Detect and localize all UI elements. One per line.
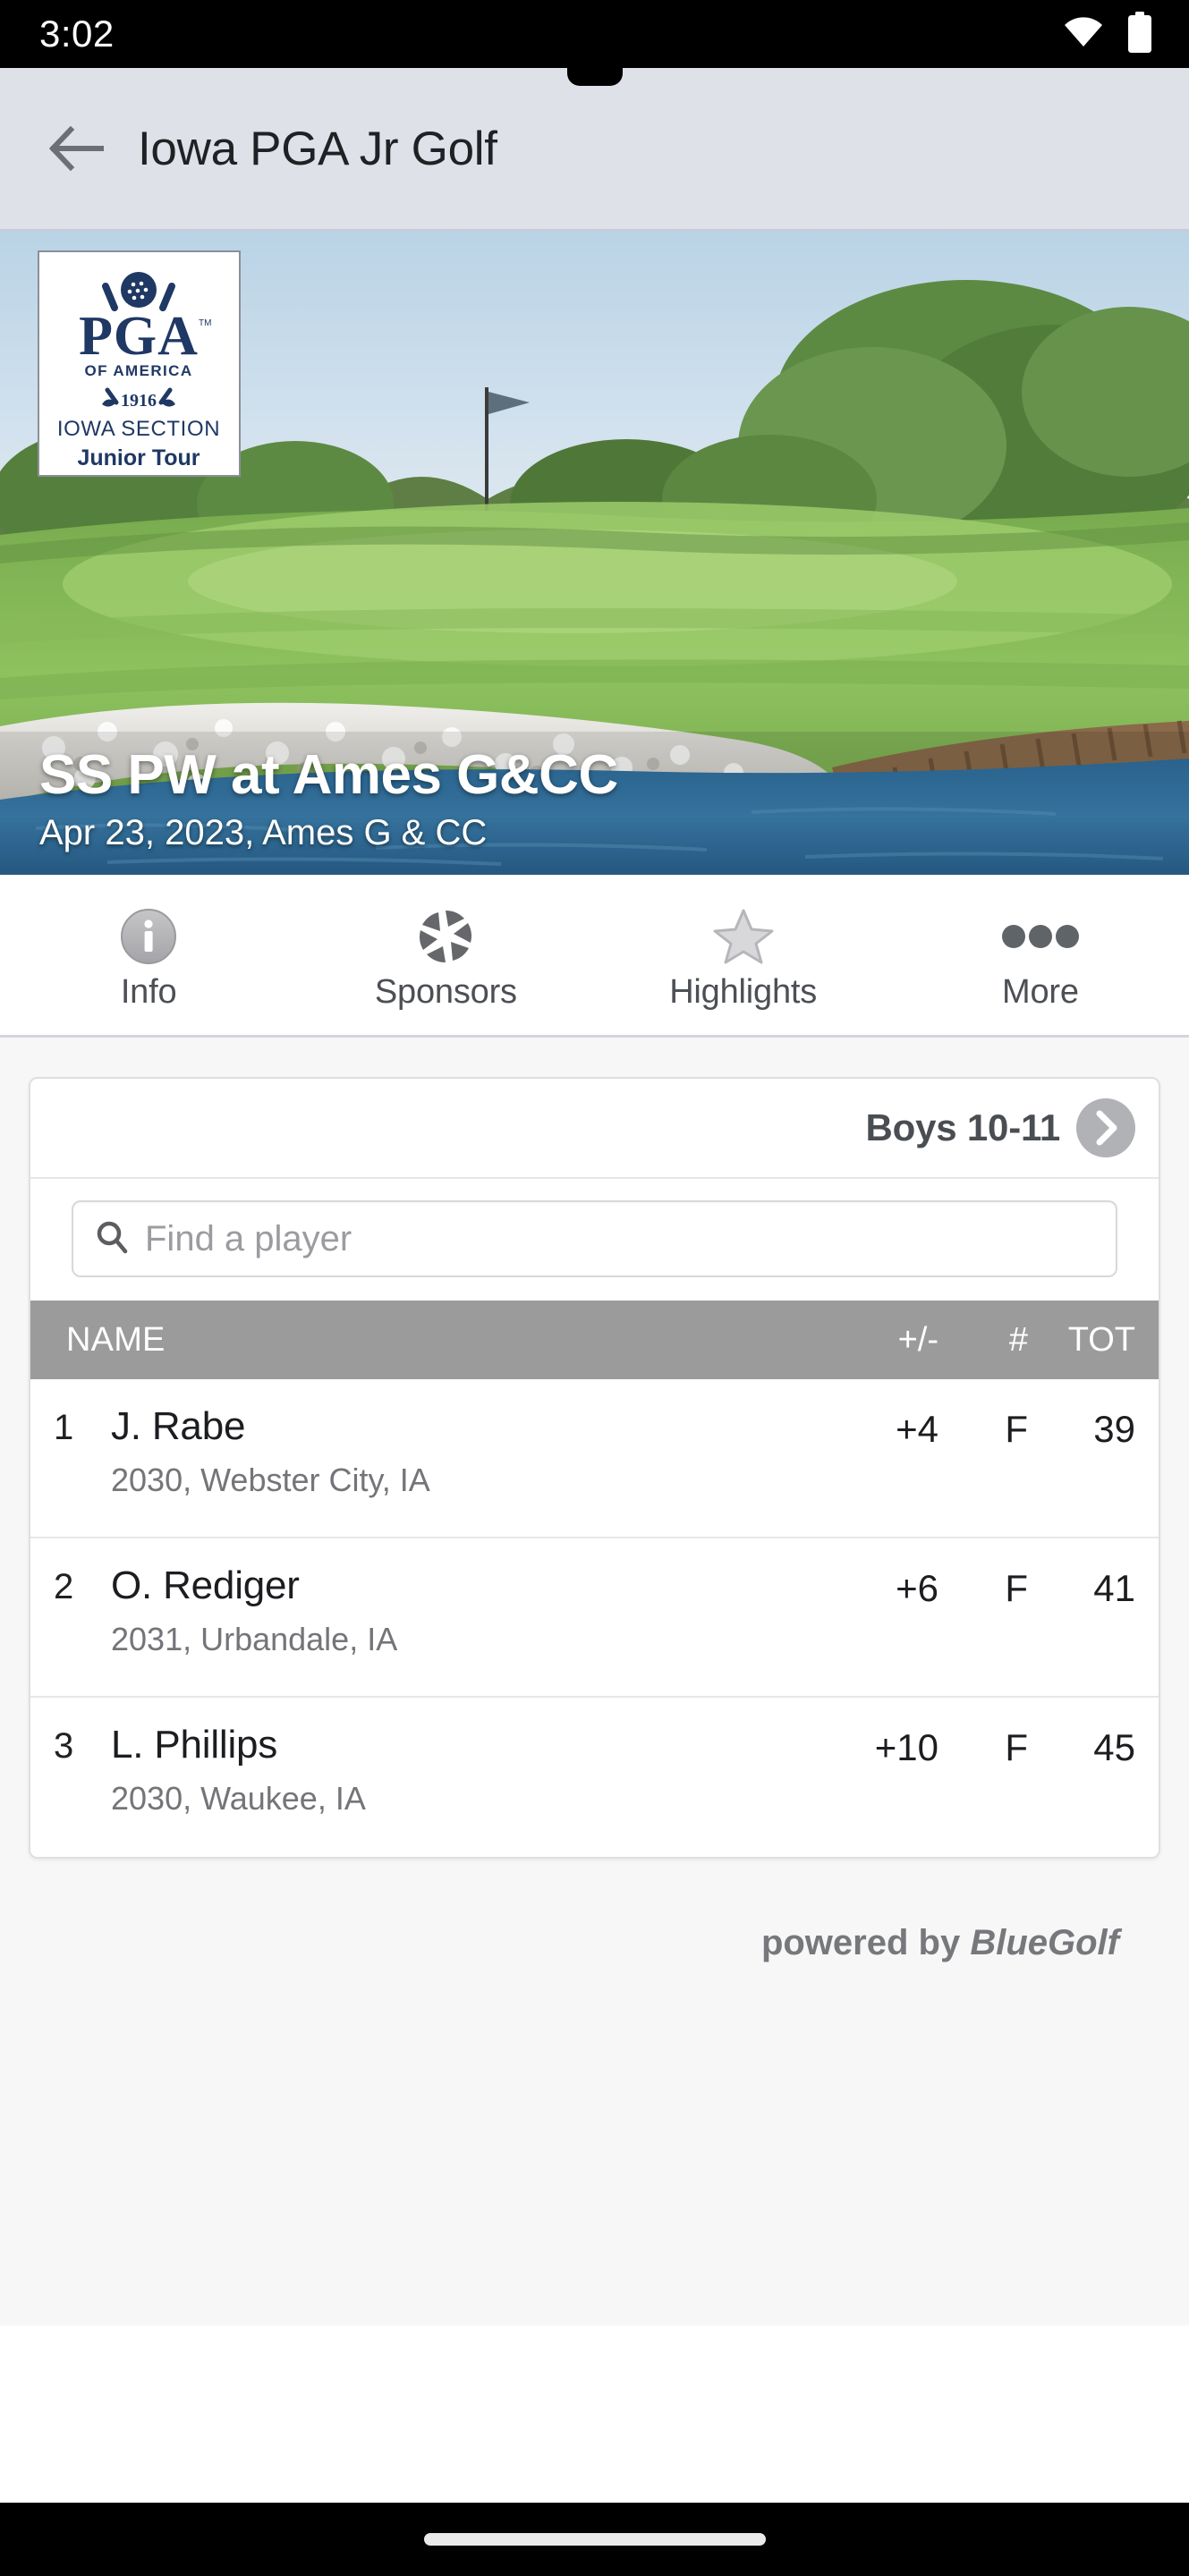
event-title: SS PW at Ames G&CC [39, 743, 618, 806]
next-division-button[interactable] [1076, 1098, 1135, 1157]
search-box[interactable] [72, 1200, 1117, 1277]
player-name: O. Rediger [111, 1563, 300, 1607]
ellipsis-icon [1001, 907, 1080, 966]
back-arrow-icon [49, 126, 104, 171]
player-total: 41 [1093, 1567, 1135, 1609]
player-plus-minus: +4 [896, 1408, 938, 1450]
event-date-location: Apr 23, 2023, Ames G & CC [39, 813, 488, 852]
aperture-icon [416, 907, 475, 966]
player-meta: 2030, Waukee, IA [111, 1780, 366, 1818]
phone-screen: 3:02 Iowa PGA Jr Golf PGA TM OF AMERICA … [0, 0, 1189, 2576]
status-clock: 3:02 [39, 13, 115, 55]
column-header-hole: # [1008, 1320, 1028, 1359]
section-tab-bar: Info Sponsors Highlights More [0, 875, 1189, 1038]
division-header[interactable]: Boys 10-11 [30, 1079, 1159, 1179]
player-name: L. Phillips [111, 1723, 278, 1767]
leaderboard-page: Boys 10-11 Find a player NAME +/- # TOT … [0, 1038, 1189, 2326]
wifi-icon [1064, 16, 1103, 52]
player-cell: L. Phillips 2030, Waukee, IA [106, 1724, 820, 1816]
player-hole: F [1005, 1567, 1028, 1609]
player-rank: 3 [54, 1726, 74, 1766]
player-plus-minus: +10 [874, 1726, 938, 1768]
tab-highlights[interactable]: Highlights [595, 875, 892, 1035]
player-total: 39 [1093, 1408, 1135, 1450]
tab-sponsors[interactable]: Sponsors [297, 875, 594, 1035]
svg-text:1916: 1916 [121, 391, 157, 411]
tab-more-label: More [1001, 972, 1079, 1011]
bluegolf-brand: BlueGolf [970, 1923, 1119, 1962]
powered-by-credit: powered by BlueGolf [29, 1859, 1160, 1963]
player-hole: F [1005, 1408, 1028, 1450]
chevron-right-icon [1096, 1110, 1117, 1146]
event-caption: SS PW at Ames G&CC Apr 23, 2023, Ames G … [39, 746, 618, 853]
table-row[interactable]: 2 O. Rediger 2031, Urbandale, IA +6 F 41 [30, 1538, 1159, 1698]
back-button[interactable] [36, 107, 118, 190]
svg-text:IOWA SECTION: IOWA SECTION [57, 417, 220, 441]
column-header-total: TOT [1067, 1320, 1135, 1359]
division-name: Boys 10-11 [865, 1106, 1061, 1148]
player-meta: 2030, Webster City, IA [111, 1462, 430, 1499]
player-cell: J. Rabe 2030, Webster City, IA [106, 1404, 820, 1499]
table-row[interactable]: 1 J. Rabe 2030, Webster City, IA +4 F 39 [30, 1379, 1159, 1538]
svg-text:OF AMERICA: OF AMERICA [84, 362, 192, 379]
search-input[interactable] [145, 1218, 1094, 1259]
player-total: 45 [1093, 1726, 1135, 1768]
leaderboard-card: Boys 10-11 Find a player NAME +/- # TOT … [29, 1077, 1160, 1859]
pga-junior-tour-logo-art: PGA TM OF AMERICA 1916 IOWA SECTION Juni… [41, 254, 237, 473]
tab-more[interactable]: More [892, 875, 1189, 1035]
star-outline-icon [712, 907, 775, 966]
battery-icon [1126, 11, 1153, 57]
tab-info[interactable]: Info [0, 875, 297, 1035]
column-header-name: NAME [66, 1320, 166, 1359]
pga-logo: PGA TM OF AMERICA 1916 IOWA SECTION Juni… [38, 250, 241, 477]
table-row[interactable]: 3 L. Phillips 2030, Waukee, IA +10 F 45 [30, 1698, 1159, 1857]
info-circle-icon [119, 907, 178, 966]
player-search-row [30, 1179, 1159, 1301]
tab-info-label: Info [120, 972, 177, 1011]
search-icon [95, 1220, 129, 1258]
player-name: J. Rabe [111, 1404, 246, 1448]
camera-notch [566, 55, 623, 86]
svg-text:TM: TM [199, 318, 211, 328]
leaderboard-column-headers: NAME +/- # TOT [30, 1301, 1159, 1379]
svg-text:PGA: PGA [79, 306, 199, 367]
powered-by-prefix: powered by [760, 1923, 971, 1962]
home-gesture-pill[interactable] [423, 2533, 766, 2546]
gesture-nav-bar [0, 2503, 1189, 2576]
column-header-plus-minus: +/- [897, 1320, 938, 1359]
player-meta: 2031, Urbandale, IA [111, 1621, 398, 1658]
svg-text:Junior Tour: Junior Tour [77, 445, 200, 470]
player-cell: O. Rediger 2031, Urbandale, IA [106, 1563, 820, 1658]
event-hero: PGA TM OF AMERICA 1916 IOWA SECTION Juni… [0, 231, 1189, 875]
status-icons [1064, 11, 1153, 57]
player-rank: 2 [54, 1567, 74, 1606]
player-plus-minus: +6 [896, 1567, 938, 1609]
page-title: Iowa PGA Jr Golf [138, 122, 497, 175]
player-rank: 1 [54, 1408, 74, 1447]
app-bar: Iowa PGA Jr Golf [0, 68, 1189, 231]
tab-sponsors-label: Sponsors [374, 972, 517, 1011]
tab-highlights-label: Highlights [669, 972, 818, 1011]
player-hole: F [1005, 1726, 1028, 1768]
